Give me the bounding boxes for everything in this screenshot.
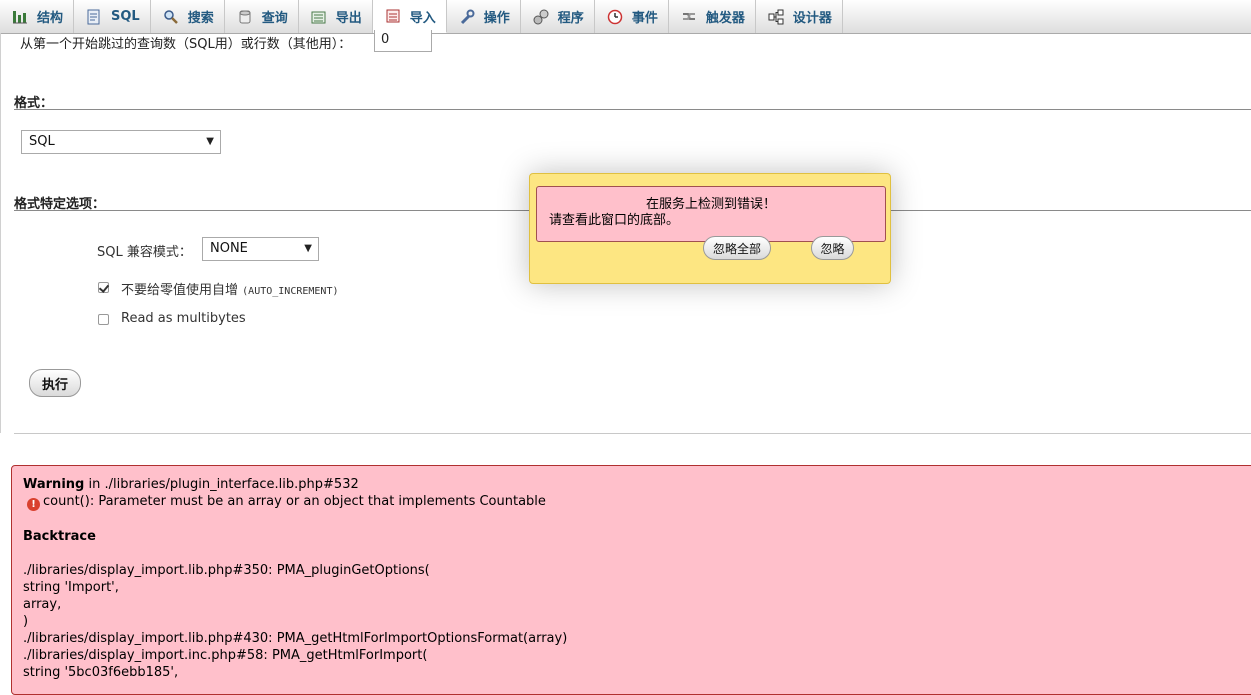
error-popup-message: 在服务上检测到错误！ 请查看此窗口的底部。 [536, 186, 886, 242]
chevron-down-icon: ▼ [304, 243, 312, 254]
backtrace-line: array, [23, 597, 62, 612]
tab-label: 操作 [483, 11, 510, 26]
read-multibytes-checkbox[interactable] [98, 314, 109, 325]
tab-import[interactable]: 导入 [372, 0, 447, 33]
skip-queries-input[interactable]: 0 [374, 30, 432, 52]
tab-label: 导入 [409, 10, 436, 26]
sql-icon [86, 9, 102, 25]
warning-location: in ./libraries/plugin_interface.lib.php#… [84, 477, 359, 492]
backtrace-title: Backtrace [23, 529, 96, 544]
divider [14, 109, 1251, 110]
error-popup-line2: 请查看此窗口的底部。 [549, 213, 680, 228]
structure-icon [12, 9, 28, 25]
tab-label: SQL [111, 9, 140, 24]
routines-icon [533, 9, 549, 25]
tab-label: 结构 [37, 11, 64, 26]
backtrace-line: ) [23, 614, 29, 629]
sql-compat-value: NONE [210, 241, 248, 256]
tab-operations[interactable]: 操作 [447, 0, 521, 33]
warning-label: Warning [23, 477, 85, 492]
chevron-down-icon: ▼ [206, 136, 214, 147]
format-select-value: SQL [29, 134, 55, 149]
error-panel: Warning in ./libraries/plugin_interface.… [11, 465, 1251, 695]
tab-export[interactable]: 导出 [299, 0, 373, 33]
go-button[interactable]: 执行 [29, 369, 81, 397]
backtrace-line: ./libraries/display_import.inc.php#58: P… [23, 648, 428, 663]
sql-compat-label: SQL 兼容模式： [97, 245, 192, 260]
backtrace-line: ./libraries/display_import.lib.php#430: … [23, 631, 568, 646]
tab-triggers[interactable]: 触发器 [669, 0, 756, 33]
backtrace-line: string 'Import', [23, 580, 119, 595]
search-icon [163, 9, 179, 25]
tab-label: 导出 [335, 11, 362, 26]
backtrace-line: string '5bc03f6ebb185', [23, 665, 179, 680]
error-popup-line1: 在服务上检测到错误！ [645, 197, 776, 212]
ignore-all-button[interactable]: 忽略全部 [703, 236, 771, 260]
designer-icon [768, 9, 784, 25]
tab-label: 事件 [631, 11, 658, 26]
export-icon [311, 9, 327, 25]
import-icon [385, 8, 401, 24]
tab-label: 程序 [557, 11, 584, 26]
tab-bar: 结构 SQL 搜索 查询 导出 导入 操作 程序 事件 触发器 设计器 [0, 0, 1251, 34]
warning-line: Warning in ./libraries/plugin_interface.… [23, 476, 1249, 493]
tab-events[interactable]: 事件 [595, 0, 669, 33]
divider [14, 433, 1251, 434]
warning-message-line: ! count(): Parameter must be an array or … [23, 493, 1249, 511]
read-multibytes-label: Read as multibytes [121, 311, 246, 326]
no-auto-value-text: 不要给零值使用自增 [121, 283, 239, 298]
tab-routines[interactable]: 程序 [521, 0, 595, 33]
tab-label: 触发器 [705, 11, 745, 26]
left-border [0, 33, 1, 433]
warning-icon: ! [27, 498, 40, 511]
tab-sql[interactable]: SQL [74, 0, 151, 33]
tab-structure[interactable]: 结构 [0, 0, 75, 33]
tab-designer[interactable]: 设计器 [756, 0, 843, 33]
tab-label: 设计器 [792, 11, 832, 26]
sql-compat-select[interactable]: NONE ▼ [202, 237, 319, 261]
ignore-button[interactable]: 忽略 [811, 236, 854, 260]
wrench-icon [459, 9, 475, 25]
auto-increment-code: (AUTO_INCREMENT) [242, 286, 339, 297]
clock-icon [607, 9, 623, 25]
query-icon [237, 9, 253, 25]
warning-message: count(): Parameter must be an array or a… [43, 494, 546, 509]
format-select[interactable]: SQL ▼ [21, 130, 221, 154]
no-auto-value-label: 不要给零值使用自增 (AUTO_INCREMENT) [121, 279, 338, 298]
triggers-icon [681, 9, 697, 25]
tab-query[interactable]: 查询 [225, 0, 299, 33]
tab-label: 搜索 [187, 11, 214, 26]
tab-label: 查询 [261, 11, 288, 26]
tab-search[interactable]: 搜索 [151, 0, 225, 33]
backtrace-line: ./libraries/display_import.lib.php#350: … [23, 563, 430, 578]
skip-queries-label: 从第一个开始跳过的查询数（SQL用）或行数（其他用）： [20, 37, 352, 52]
no-auto-value-checkbox[interactable] [98, 282, 109, 293]
error-popup: 在服务上检测到错误！ 请查看此窗口的底部。 忽略全部 忽略 [529, 173, 891, 284]
